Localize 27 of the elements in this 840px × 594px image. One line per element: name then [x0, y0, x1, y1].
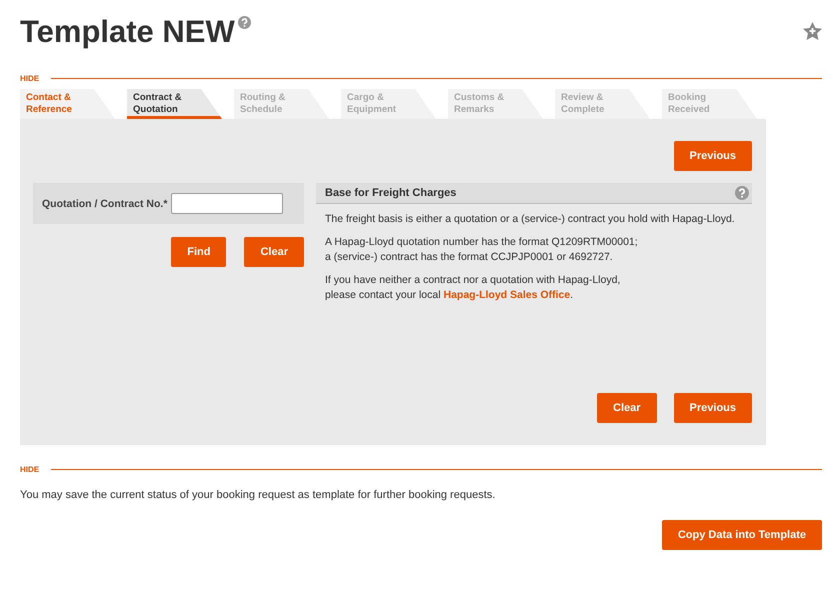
help-icon[interactable] [735, 186, 749, 200]
clear-button[interactable]: Clear [597, 393, 657, 423]
clear-button[interactable]: Clear [244, 237, 304, 267]
step-tab[interactable]: Contact & Reference [20, 89, 115, 119]
info-text: A Hapag-Lloyd quotation number has the format Q1209RTM00001; a (service-) contract has the format CCJPJP0001 or 4692727. [325, 235, 639, 265]
sales-office-link[interactable]: Hapag-Lloyd Sales Office [443, 289, 570, 301]
favorite-star-icon[interactable] [803, 22, 822, 40]
contract-number-field[interactable] [171, 193, 284, 214]
step-tab[interactable]: Review & Complete [555, 89, 650, 119]
hide-toggle[interactable]: HIDE [20, 74, 40, 82]
find-button[interactable]: Find [171, 237, 226, 267]
field-label: Quotation / Contract No.* [42, 198, 168, 210]
info-text: If you have neither a contract nor a quotation with Hapag-Lloyd, please contact your local Hapag-Lloyd Sales Office. [325, 273, 622, 303]
step-tab[interactable]: Customs & Remarks [448, 89, 543, 119]
copy-template-button[interactable]: Copy Data into Template [662, 520, 822, 550]
step-tab[interactable]: Contract & Quotation [127, 89, 222, 119]
step-tab[interactable]: Booking Received [662, 89, 757, 119]
page-title: Template NEW [20, 14, 235, 50]
template-note: You may save the current status of your booking request as template for further booking requests. [20, 489, 496, 501]
help-icon[interactable] [238, 16, 251, 29]
step-tab[interactable]: Routing & Schedule [234, 89, 329, 119]
info-text: The freight basis is either a quotation or a (service-) contract you hold with Hapag-Lloyd. [325, 212, 736, 227]
info-title: Base for Freight Charges [325, 187, 456, 199]
previous-button[interactable]: Previous [674, 141, 752, 171]
step-tab[interactable]: Cargo & Equipment [341, 89, 436, 119]
previous-button[interactable]: Previous [674, 393, 752, 423]
hide-toggle[interactable]: HIDE [20, 464, 40, 474]
